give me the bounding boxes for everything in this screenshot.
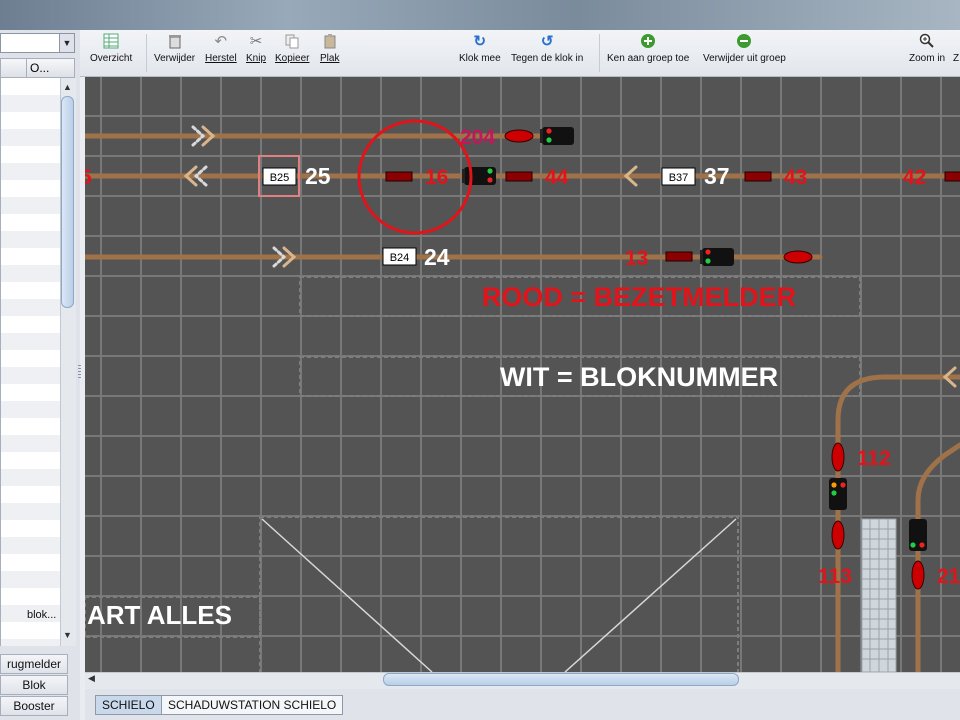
toolbar-separator	[599, 34, 600, 72]
rotate-clockwise-button[interactable]: ↻ Klok mee	[459, 33, 501, 64]
occupancy-sensor[interactable]	[911, 560, 925, 590]
occupancy-sensor[interactable]	[385, 171, 413, 182]
occupancy-sensor[interactable]	[744, 171, 772, 182]
scroll-left-icon[interactable]: ◀	[88, 673, 95, 684]
track-curve[interactable]	[835, 374, 960, 450]
overview-label: Overzicht	[90, 53, 133, 64]
platform[interactable]	[861, 518, 897, 672]
tab-booster[interactable]: Booster	[0, 696, 68, 716]
block-tag-b24-text: B24	[390, 252, 410, 264]
rotate-counterclockwise-label: Tegen de klok in	[511, 53, 584, 64]
trash-icon	[154, 33, 195, 51]
rotate-counterclockwise-icon: ↺	[540, 33, 554, 50]
occupancy-sensor[interactable]	[505, 171, 533, 182]
block-number: 37	[704, 163, 730, 189]
zoom-out-button-partial[interactable]: Z	[952, 33, 960, 64]
sensor-number: 16	[425, 166, 448, 189]
copy-button[interactable]: Kopieer	[275, 33, 309, 64]
canvas-scroll-thumb[interactable]	[383, 673, 739, 686]
signal[interactable]	[540, 127, 574, 145]
legend-red-text: ROOD = BEZETMELDER	[482, 282, 796, 312]
scroll-down-icon[interactable]: ▼	[60, 630, 75, 640]
paste-button[interactable]: Plak	[320, 33, 339, 64]
column-divider	[26, 59, 27, 77]
window-title-bar	[0, 0, 960, 30]
sensor-number: 42	[903, 166, 926, 189]
list-header: O...	[0, 58, 75, 78]
paste-label: Plak	[320, 53, 340, 64]
add-to-group-label: Ken aan groep toe	[607, 53, 690, 64]
cut-label: Knip	[246, 53, 267, 64]
occupancy-sensor[interactable]	[783, 250, 813, 264]
sensor-number: 44	[545, 166, 569, 189]
add-to-group-button[interactable]: Ken aan groep toe	[607, 33, 689, 64]
group-outline	[259, 516, 739, 672]
remove-from-group-label: Verwijder uit groep	[703, 53, 786, 64]
signal[interactable]	[829, 478, 847, 510]
occupancy-sensor[interactable]	[944, 171, 960, 182]
sensor-number: 112	[857, 447, 891, 470]
tab-schaduwstation-schielo[interactable]: SCHADUWSTATION SCHIELO	[161, 695, 344, 715]
scroll-up-icon[interactable]: ▲	[60, 82, 75, 92]
paste-icon	[320, 33, 339, 51]
table-grid-icon	[90, 33, 132, 51]
zoom-in-button[interactable]: Zoom in	[909, 33, 945, 64]
copy-icon	[275, 33, 309, 51]
sensor-number: 5	[85, 166, 92, 189]
scissors-icon: ✂	[249, 33, 263, 50]
sensor-number: 113	[818, 565, 852, 588]
legend-white-text: WIT = BLOKNUMMER	[500, 362, 778, 392]
undo-label: Herstel	[205, 53, 237, 64]
tab-blok[interactable]: Blok	[0, 675, 68, 695]
editor-toolbar: Overzicht Verwijder ↶ Herstel ✂ Knip Kop…	[80, 30, 960, 77]
zoom-out-icon	[952, 33, 960, 51]
diagonal-line	[564, 518, 737, 672]
block-tag-b25-text: B25	[270, 172, 290, 184]
signal[interactable]	[700, 248, 734, 266]
sensor-number: 21	[937, 565, 960, 588]
sensor-number: 13	[625, 247, 648, 270]
sensor-number: 43	[784, 166, 807, 189]
rotate-clockwise-icon: ↻	[473, 33, 487, 50]
rotate-counterclockwise-button[interactable]: ↺ Tegen de klok in	[511, 33, 583, 64]
occupancy-sensor[interactable]	[831, 520, 845, 550]
chevron-down-icon[interactable]: ▼	[59, 34, 74, 52]
tab-schielo[interactable]: SCHIELO	[95, 695, 162, 715]
undo-icon: ↶	[214, 33, 228, 50]
sensor-number: 204	[460, 126, 495, 149]
partial-label-text: ART ALLES	[87, 600, 232, 630]
undo-button[interactable]: ↶ Herstel	[205, 33, 237, 64]
object-type-dropdown[interactable]: ▼	[0, 33, 75, 53]
block-tag-b37-text: B37	[669, 172, 689, 184]
signal[interactable]	[462, 167, 496, 185]
split-pane-handle[interactable]	[78, 365, 81, 379]
delete-button[interactable]: Verwijder	[154, 33, 195, 64]
delete-label: Verwijder	[154, 53, 196, 64]
zoom-in-label: Zoom in	[909, 53, 946, 64]
remove-from-group-icon	[703, 33, 786, 51]
column-header-o[interactable]: O...	[30, 61, 49, 75]
occupancy-sensor[interactable]	[665, 251, 693, 262]
object-list[interactable]: blok...	[0, 78, 61, 646]
copy-label: Kopieer	[275, 53, 310, 64]
diagonal-line	[261, 518, 433, 672]
list-scroll-thumb[interactable]	[61, 96, 74, 308]
layout-tabs: SCHIELO SCHADUWSTATION SCHIELO	[85, 689, 960, 720]
rotate-clockwise-label: Klok mee	[459, 53, 501, 64]
occupancy-sensor[interactable]	[831, 442, 845, 472]
add-to-group-icon	[607, 33, 689, 51]
tab-terugmelder[interactable]: rugmelder	[0, 654, 68, 674]
cut-button[interactable]: ✂ Knip	[246, 33, 266, 64]
remove-from-group-button[interactable]: Verwijder uit groep	[703, 33, 786, 64]
signal[interactable]	[909, 519, 927, 551]
occupancy-sensor[interactable]	[504, 129, 534, 143]
list-item-blok[interactable]: blok...	[27, 609, 56, 621]
overview-button[interactable]: Overzicht	[90, 33, 132, 64]
block-number: 25	[305, 163, 331, 189]
block-number: 24	[424, 244, 450, 270]
track-plan-canvas[interactable]: B25 B37 B24 25 37 24 204 5 16 44 43 42 1…	[85, 77, 960, 672]
toolbar-separator	[146, 34, 147, 72]
zoom-in-icon	[909, 33, 945, 51]
